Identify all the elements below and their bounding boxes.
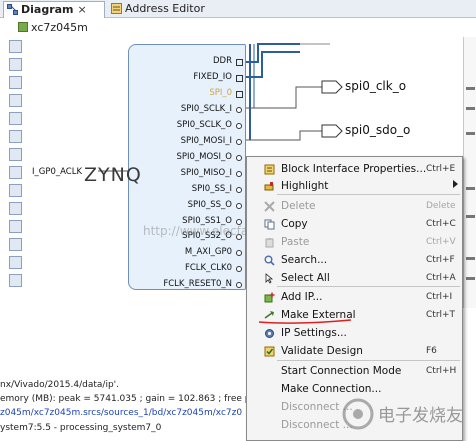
port-fclk-clk0[interactable]: FCLK_CLK0 [0,263,232,273]
menu-item-copy[interactable]: Copy Ctrl+C [248,216,461,233]
delete-icon [264,201,275,212]
menu-item-shortcut: Ctrl+I [426,292,453,302]
port-connector-icon[interactable] [236,106,242,113]
menu-item-add-ip[interactable]: Add IP... Ctrl+I [248,289,461,306]
menu-item-label: Validate Design [281,345,363,357]
port-connector-icon[interactable] [236,59,243,66]
menu-item-shortcut: Ctrl+F [426,255,455,265]
port-fclk-reset0-n[interactable]: FCLK_RESET0_N [0,279,232,289]
port-connector-icon[interactable] [236,90,243,98]
port-label-gp0-aclk[interactable]: I_GP0_ACLK [32,167,82,177]
menu-item-block-interface-properties[interactable]: Block Interface Properties... Ctrl+E [248,161,461,178]
menu-item-shortcut: Ctrl+C [426,219,456,229]
select-all-icon [264,273,275,284]
elecfans-logo: 电子发烧友 [342,398,463,430]
port-fixed-io[interactable]: FIXED_IO [0,72,232,82]
port-spi0-mosi-i[interactable]: SPI0_MOSI_I [0,136,232,146]
port-m-axi-gp0[interactable]: M_AXI_GP0 [0,247,232,257]
menu-item-label: Add IP... [281,291,323,303]
port-spi0-sclk-o[interactable]: SPI0_SCLK_O [0,120,232,130]
menu-item-ip-settings[interactable]: IP Settings... [248,325,461,342]
menu-item-shortcut: Ctrl+V [426,237,456,247]
add-ip-icon [264,292,275,303]
console-line: z045m/xc7z045m.srcs/sources_1/bd/xc7z045… [0,408,243,418]
console-line: ystem7:5.5 - processing_system7_0 [0,423,162,433]
net-label-spi0-clk-o[interactable]: spi0_clk_o [345,79,406,93]
highlight-icon [264,181,275,192]
menu-separator [277,360,460,361]
port-ddr[interactable]: DDR [0,56,232,66]
port-connector-icon[interactable] [236,154,242,161]
red-underline-annotation [258,319,352,324]
menu-item-label: Start Connection Mode [281,365,402,377]
menu-item-label: Copy [281,218,308,230]
menu-item-highlight[interactable]: Highlight [248,178,461,195]
port-spi0-sclk-i[interactable]: SPI0_SCLK_I [0,104,232,114]
menu-item-validate-design[interactable]: Validate Design F6 [248,343,461,360]
net-label-spi0-sdo-o[interactable]: spi0_sdo_o [345,123,410,137]
menu-item-search[interactable]: Search... Ctrl+F [248,252,461,269]
validate-icon [264,346,275,357]
console-line: emory (MB): peak = 5741.035 ; gain = 102… [0,394,257,404]
menu-item-select-all[interactable]: Select All Ctrl+A [248,270,461,287]
zynq-logo: ZYNQ [84,164,142,186]
port-spi0-ss-o[interactable]: SPI0_SS_O [0,200,232,210]
submenu-arrow-icon [453,178,458,195]
ip-settings-icon [264,328,275,339]
port-connector-icon[interactable] [236,138,242,145]
menu-item-shortcut: Ctrl+T [426,310,456,320]
menu-item-paste[interactable]: Paste Ctrl+V [248,234,461,251]
menu-item-label: Paste [281,236,310,248]
menu-item-shortcut: Delete [426,201,456,211]
menu-item-label: Block Interface Properties... [281,163,427,175]
port-connector-icon[interactable] [236,186,242,193]
menu-item-shortcut: F6 [426,346,437,356]
menu-item-shortcut: Ctrl+A [426,273,456,283]
console-line: nx/Vivado/2015.4/data/ip'. [0,380,119,390]
menu-item-label: Delete [281,200,316,212]
menu-item-label: Highlight [281,180,329,192]
menu-item-label: Search... [281,254,328,266]
port-connector-icon[interactable] [236,202,242,209]
menu-item-label: Select All [281,272,330,284]
paste-icon [264,237,275,248]
copy-icon [264,219,275,230]
menu-item-start-connection-mode[interactable]: Start Connection Mode Ctrl+H [248,363,461,380]
menu-item-label: IP Settings... [281,327,347,339]
properties-icon [264,164,275,175]
port-spi0-mosi-o[interactable]: SPI0_MOSI_O [0,152,232,162]
search-icon [264,255,275,266]
menu-item-delete[interactable]: Delete Delete [248,198,461,215]
logo-text: 电子发烧友 [378,406,463,426]
port-connector-icon[interactable] [236,122,242,129]
menu-item-shortcut: Ctrl+E [426,164,456,174]
port-connector-icon[interactable] [236,74,243,82]
menu-item-shortcut: Ctrl+H [426,366,457,376]
port-connector-icon[interactable] [236,170,242,177]
port-spi-0[interactable]: SPI_0 [0,88,232,98]
